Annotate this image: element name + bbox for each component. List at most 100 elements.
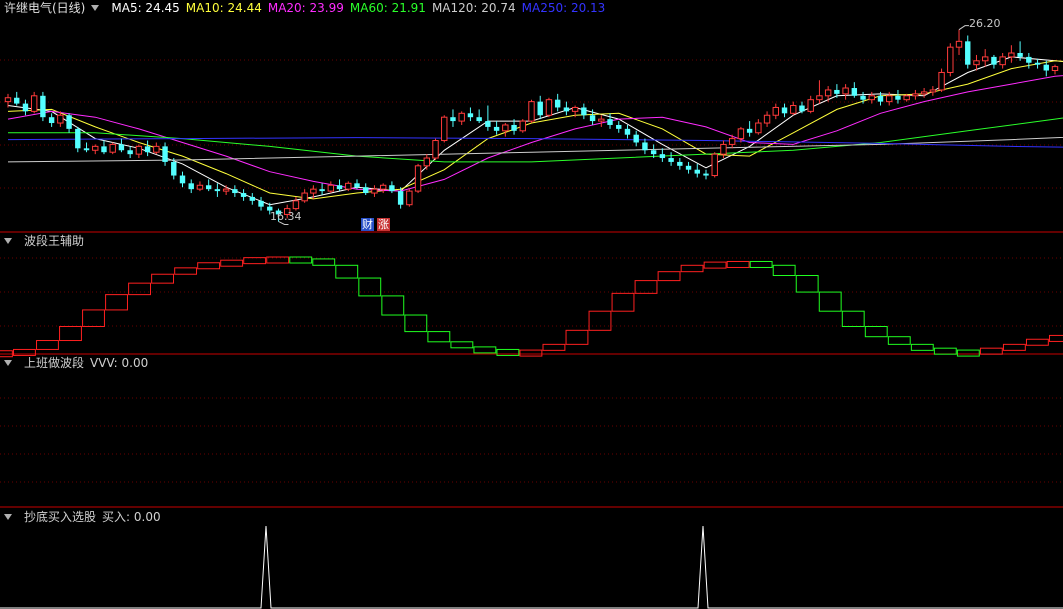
candle-body-up <box>545 99 553 116</box>
candle-body-down <box>851 88 858 96</box>
candle-body-down <box>677 161 683 166</box>
ma20-value: MA20: 23.99 <box>267 1 344 15</box>
wave-step-box <box>82 309 105 327</box>
buy-legend: 抄底买入选股 买入: 0.00 <box>4 509 167 525</box>
ma10-value: MA10: 24.44 <box>185 1 262 15</box>
collapse-triangle-icon[interactable] <box>91 5 100 11</box>
wave-step-box <box>358 277 382 297</box>
candle-body-down <box>485 121 491 127</box>
candle-body-down <box>633 134 639 143</box>
candle-body-up <box>947 46 954 73</box>
wave-step-box <box>979 347 1003 355</box>
candle-body-down <box>624 128 631 135</box>
candle-body-up <box>92 145 99 151</box>
work-legend: 上班做波段 VVV: 0.00 <box>4 355 154 371</box>
candle-body-up <box>4 97 12 103</box>
wave-step-box <box>611 292 635 312</box>
candle-body-down <box>685 165 692 170</box>
candle-body-up <box>772 106 780 116</box>
work-panel-value: VVV: 0.00 <box>90 356 149 370</box>
candle-body-down <box>363 187 369 194</box>
candle-body-down <box>511 124 517 131</box>
wave-step-box <box>381 295 405 316</box>
candle-body-down <box>336 185 343 190</box>
wave-step-box <box>427 331 451 343</box>
wave-step-box <box>795 275 819 293</box>
candle-body-down <box>389 185 395 192</box>
candle-body-up <box>824 89 832 97</box>
candle-body-down <box>118 144 125 151</box>
wave-step-box <box>588 310 612 331</box>
candle-body-down <box>476 117 482 122</box>
wave-step-box <box>910 343 934 351</box>
candle-body-down <box>746 128 753 133</box>
wave-step-box <box>703 261 727 269</box>
candle-body-down <box>616 124 622 129</box>
stock-name: 许继电气(日线) <box>4 1 86 15</box>
wave-step-box <box>772 264 796 276</box>
candle-body-down <box>659 154 666 159</box>
candle-body-up <box>379 184 387 190</box>
candle-body-down <box>554 99 561 108</box>
wave-step-box <box>1048 334 1063 342</box>
candle-body-up <box>57 114 64 124</box>
ma-line-ma10 <box>7 60 1063 200</box>
collapse-triangle-icon[interactable] <box>4 514 12 520</box>
candle-body-down <box>232 189 238 194</box>
buy-panel-title: 抄底买入选股 <box>24 510 97 524</box>
candle-body-down <box>895 95 901 100</box>
wave-step-box <box>1002 343 1026 351</box>
candle-body-down <box>1026 56 1032 63</box>
candle-body-up <box>929 89 937 93</box>
candle-body-up <box>196 184 204 190</box>
buy-panel-value: 买入: 0.00 <box>102 510 161 524</box>
candle-body-down <box>144 146 151 153</box>
wave-step-box <box>496 348 520 356</box>
wave-step-box <box>450 341 474 349</box>
candle-body-down <box>450 117 456 122</box>
candle-body-up <box>816 95 823 101</box>
high-marker-line <box>958 25 970 31</box>
badge-zhang[interactable]: 涨 <box>377 218 390 231</box>
wave-step-box <box>174 267 198 275</box>
candle-body-down <box>214 189 221 192</box>
candle-body-down <box>581 107 587 116</box>
wave-step-box <box>634 280 658 294</box>
candle-body-down <box>101 146 107 153</box>
collapse-triangle-icon[interactable] <box>4 360 12 366</box>
wave-step-box <box>956 349 980 357</box>
wave-step-box <box>404 314 428 333</box>
candle-body-up <box>571 106 579 112</box>
candle-body-up <box>955 40 963 48</box>
candle-body-up <box>763 114 771 124</box>
wave-step-box <box>726 260 750 268</box>
badge-cai[interactable]: 财 <box>361 218 374 231</box>
candle-body-down <box>162 146 168 162</box>
wave-step-box <box>887 336 911 345</box>
wave-step-box <box>749 260 773 268</box>
low-price-label: 16.34 <box>270 210 302 223</box>
wave-step-box <box>335 264 359 279</box>
wave-step-box <box>841 310 865 328</box>
candle-body-up <box>153 145 160 153</box>
main-legend: 许继电气(日线) MA5: 24.45 MA10: 24.44 MA20: 23… <box>4 0 611 16</box>
candle-body-down <box>22 103 29 112</box>
wave-step-box <box>128 282 151 296</box>
candle-body-down <box>965 41 971 65</box>
wave-step-box <box>542 343 566 351</box>
candle-body-down <box>66 115 72 129</box>
collapse-triangle-icon[interactable] <box>4 238 12 244</box>
ma5-value: MA5: 24.45 <box>111 1 180 15</box>
candle-body-up <box>1051 66 1059 72</box>
candle-body-down <box>205 185 212 190</box>
candle-body-down <box>179 175 186 184</box>
wave-step-box <box>220 259 244 267</box>
candle-body-up <box>441 116 448 142</box>
candle-body-up <box>912 93 919 97</box>
candle-body-up <box>920 91 928 95</box>
wave-step-box <box>1025 338 1049 346</box>
candle-body-up <box>728 138 736 145</box>
candle-body-down <box>40 95 46 118</box>
candle-body-up <box>868 95 875 101</box>
candle-body-down <box>703 173 709 176</box>
